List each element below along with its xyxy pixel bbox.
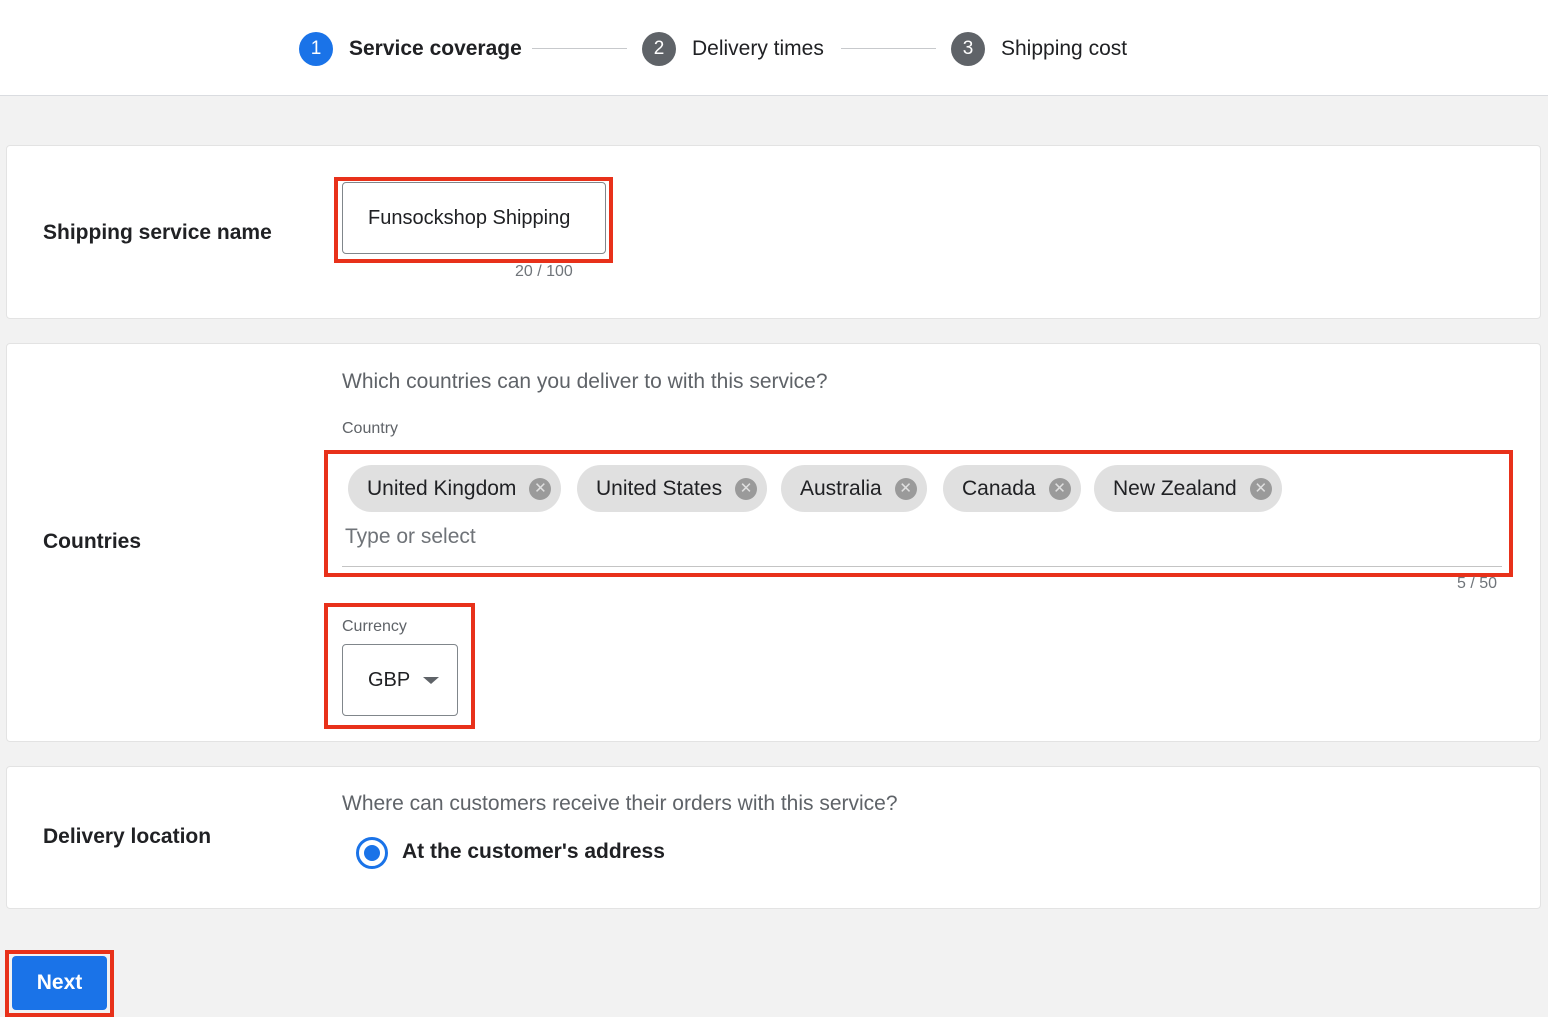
- step-number: 3: [951, 32, 985, 66]
- stepper: 1 Service coverage 2 Delivery times 3 Sh…: [0, 0, 1548, 96]
- step-connector: [841, 48, 936, 49]
- highlight-box: [5, 950, 114, 1017]
- delivery-location-question: Where can customers receive their orders…: [342, 792, 898, 815]
- delivery-location-card: Delivery location: [6, 766, 1541, 909]
- step-delivery-times[interactable]: 2 Delivery times: [642, 31, 824, 67]
- step-connector: [532, 48, 627, 49]
- step-service-coverage[interactable]: 1 Service coverage: [299, 31, 522, 67]
- service-name-counter: 20 / 100: [515, 263, 573, 280]
- delivery-location-label: Delivery location: [43, 825, 212, 848]
- countries-question: Which countries can you deliver to with …: [342, 370, 828, 393]
- customer-address-radio[interactable]: [356, 837, 388, 869]
- step-shipping-cost[interactable]: 3 Shipping cost: [951, 31, 1127, 67]
- countries-label: Countries: [43, 530, 142, 553]
- step-number: 1: [299, 32, 333, 66]
- service-name-card: Shipping service name: [6, 145, 1541, 319]
- step-label: Delivery times: [692, 37, 824, 60]
- radio-selected-dot: [364, 845, 380, 861]
- highlight-box: [334, 177, 613, 263]
- customer-address-label[interactable]: At the customer's address: [402, 840, 665, 864]
- step-label: Shipping cost: [1001, 37, 1128, 60]
- country-field-label: Country: [342, 420, 399, 437]
- service-name-label: Shipping service name: [43, 221, 272, 244]
- step-number: 2: [642, 32, 676, 66]
- highlight-box: [324, 450, 1513, 577]
- step-label: Service coverage: [349, 37, 522, 60]
- country-counter: 5 / 50: [1457, 575, 1498, 592]
- highlight-box: [324, 603, 475, 729]
